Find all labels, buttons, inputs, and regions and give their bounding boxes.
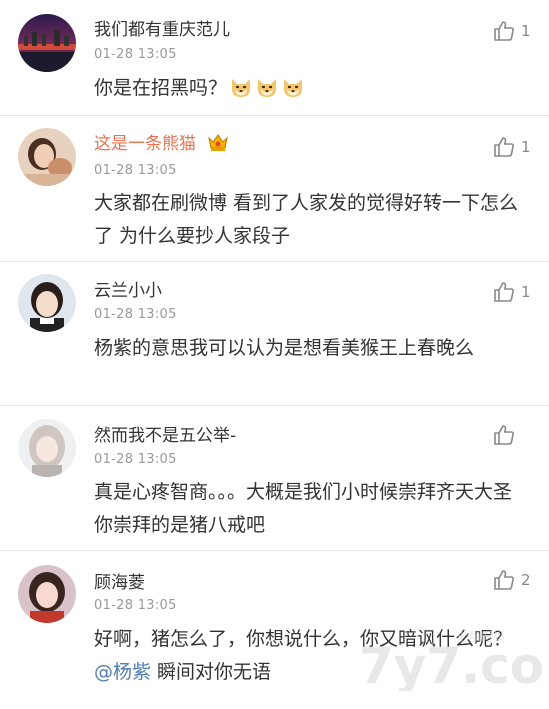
avatar[interactable] <box>18 419 76 477</box>
doge-emoji-icon <box>255 75 279 110</box>
comment-text: 杨紫的意思我可以认为是想看美猴王上春晚么 <box>94 337 475 359</box>
doge-emoji-icon <box>281 75 305 110</box>
comment-text: 好啊，猪怎么了，你想说什么，你又暗讽什么呢？ @杨紫 瞬间对你无语 <box>94 623 526 689</box>
timestamp: 01-28 13:05 <box>94 452 177 467</box>
crown-icon <box>207 132 229 157</box>
like-button[interactable]: 1 <box>493 136 531 158</box>
comment-item: 这是一条熊猫 01-28 13:05 大家都在刷微博 看到了人家发的觉得好转一下… <box>0 116 549 262</box>
timestamp: 01-28 13:05 <box>94 307 177 322</box>
comment-item: 我们都有重庆范儿 01-28 13:05 你是在招黑吗？ 1 <box>0 0 549 116</box>
like-count: 2 <box>521 571 531 589</box>
thumbs-up-icon <box>493 136 515 158</box>
thumbs-up-icon <box>493 20 515 42</box>
comment-text: 你是在招黑吗？ <box>94 72 526 110</box>
comment-text: 真是心疼智商。。。大概是我们小时候崇拜齐天大圣 你崇拜的是猪八戒吧 <box>94 481 513 536</box>
like-button[interactable]: 1 <box>493 281 531 303</box>
timestamp: 01-28 13:05 <box>94 163 177 178</box>
like-button[interactable] <box>493 424 531 446</box>
avatar[interactable] <box>18 128 76 186</box>
like-count: 1 <box>521 283 531 301</box>
avatar[interactable] <box>18 274 76 332</box>
thumbs-up-icon <box>493 424 515 446</box>
username[interactable]: 云兰小小 <box>94 276 162 301</box>
username-text: 这是一条熊猫 <box>94 134 196 154</box>
comment-text-tail: 瞬间对你无语 <box>151 661 272 683</box>
avatar[interactable] <box>18 14 76 72</box>
like-button[interactable]: 1 <box>493 20 531 42</box>
timestamp: 01-28 13:05 <box>94 47 177 62</box>
thumbs-up-icon <box>493 569 515 591</box>
thumbs-up-icon <box>493 281 515 303</box>
like-count: 1 <box>521 138 531 156</box>
username[interactable]: 这是一条熊猫 <box>94 129 229 157</box>
comment-text-body: 好啊，猪怎么了，你想说什么，你又暗讽什么呢？ <box>94 628 513 650</box>
like-button[interactable]: 2 <box>493 569 531 591</box>
comment-text-body: 你是在招黑吗？ <box>94 77 228 99</box>
username[interactable]: 我们都有重庆范儿 <box>94 15 230 40</box>
avatar[interactable] <box>18 565 76 623</box>
timestamp: 01-28 13:05 <box>94 598 177 613</box>
doge-emoji-icon <box>229 75 253 110</box>
like-count: 1 <box>521 22 531 40</box>
username[interactable]: 然而我不是五公举- <box>94 421 236 446</box>
comment-item: 云兰小小 01-28 13:05 杨紫的意思我可以认为是想看美猴王上春晚么 1 <box>0 262 549 406</box>
username[interactable]: 顾海菱 <box>94 568 145 593</box>
comment-item: 然而我不是五公举- 01-28 13:05 真是心疼智商。。。大概是我们小时候崇… <box>0 406 549 551</box>
comment-text: 大家都在刷微博 看到了人家发的觉得好转一下怎么了 为什么要抄人家段子 <box>94 192 519 247</box>
comment-item: 顾海菱 01-28 13:05 好啊，猪怎么了，你想说什么，你又暗讽什么呢？ @杨… <box>0 551 549 709</box>
mention-link[interactable]: @杨紫 <box>94 661 151 683</box>
